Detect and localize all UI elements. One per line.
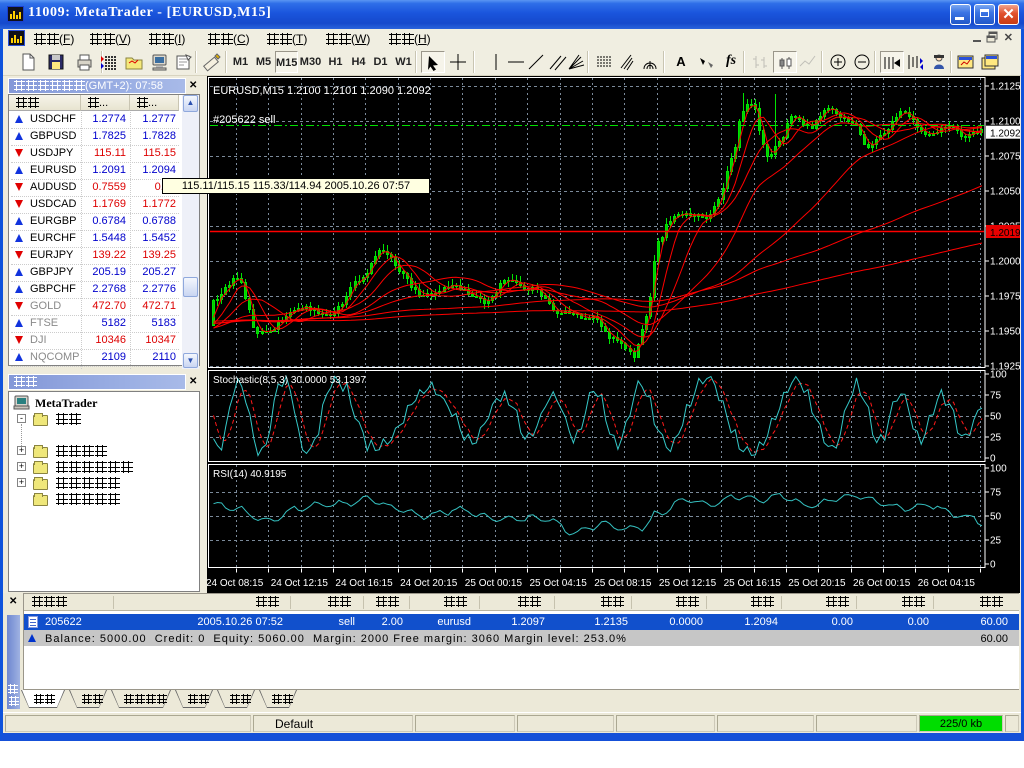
svg-text:100: 100 xyxy=(990,370,1007,381)
svg-text:25 Oct 20:15: 25 Oct 20:15 xyxy=(788,578,846,589)
svg-text:26 Oct 04:15: 26 Oct 04:15 xyxy=(918,578,976,589)
svg-text:1.2092: 1.2092 xyxy=(990,129,1020,140)
svg-text:25: 25 xyxy=(990,433,1002,444)
svg-text:25 Oct 12:15: 25 Oct 12:15 xyxy=(659,578,717,589)
svg-text:24 Oct 08:15: 24 Oct 08:15 xyxy=(207,578,264,589)
svg-text:25 Oct 16:15: 25 Oct 16:15 xyxy=(724,578,782,589)
svg-text:50: 50 xyxy=(990,412,1002,423)
svg-text:24 Oct 16:15: 24 Oct 16:15 xyxy=(335,578,393,589)
svg-text:25 Oct 08:15: 25 Oct 08:15 xyxy=(594,578,652,589)
svg-text:1.1950: 1.1950 xyxy=(990,327,1020,338)
svg-text:25: 25 xyxy=(990,536,1002,547)
svg-text:1.2125: 1.2125 xyxy=(990,82,1020,93)
svg-text:RSI(14) 40.9195: RSI(14) 40.9195 xyxy=(213,469,287,480)
svg-text:1.2050: 1.2050 xyxy=(990,187,1020,198)
svg-text:1.2019: 1.2019 xyxy=(990,228,1020,239)
svg-text:1.1975: 1.1975 xyxy=(990,292,1020,303)
svg-text:25 Oct 00:15: 25 Oct 00:15 xyxy=(465,578,523,589)
svg-text:25 Oct 04:15: 25 Oct 04:15 xyxy=(530,578,588,589)
svg-text:75: 75 xyxy=(990,391,1002,402)
svg-text:0: 0 xyxy=(990,454,996,465)
svg-text:100: 100 xyxy=(990,464,1007,475)
svg-text:0: 0 xyxy=(990,560,996,571)
svg-text:#205622 sell: #205622 sell xyxy=(213,114,275,126)
svg-text:Stochastic(8,5,3) 30.0000 53: Stochastic(8,5,3) 30.0000 53.1397 xyxy=(213,375,366,386)
svg-text:24 Oct 20:15: 24 Oct 20:15 xyxy=(400,578,458,589)
svg-text:1.2075: 1.2075 xyxy=(990,152,1020,163)
svg-text:24 Oct 12:15: 24 Oct 12:15 xyxy=(271,578,329,589)
svg-text:EURUSD,M15 1.2100 1.2101 1.20: EURUSD,M15 1.2100 1.2101 1.2090 1.2092 xyxy=(213,85,431,97)
svg-text:1.2000: 1.2000 xyxy=(990,257,1020,268)
svg-text:26 Oct 00:15: 26 Oct 00:15 xyxy=(853,578,911,589)
svg-text:50: 50 xyxy=(990,512,1002,523)
svg-text:75: 75 xyxy=(990,488,1002,499)
